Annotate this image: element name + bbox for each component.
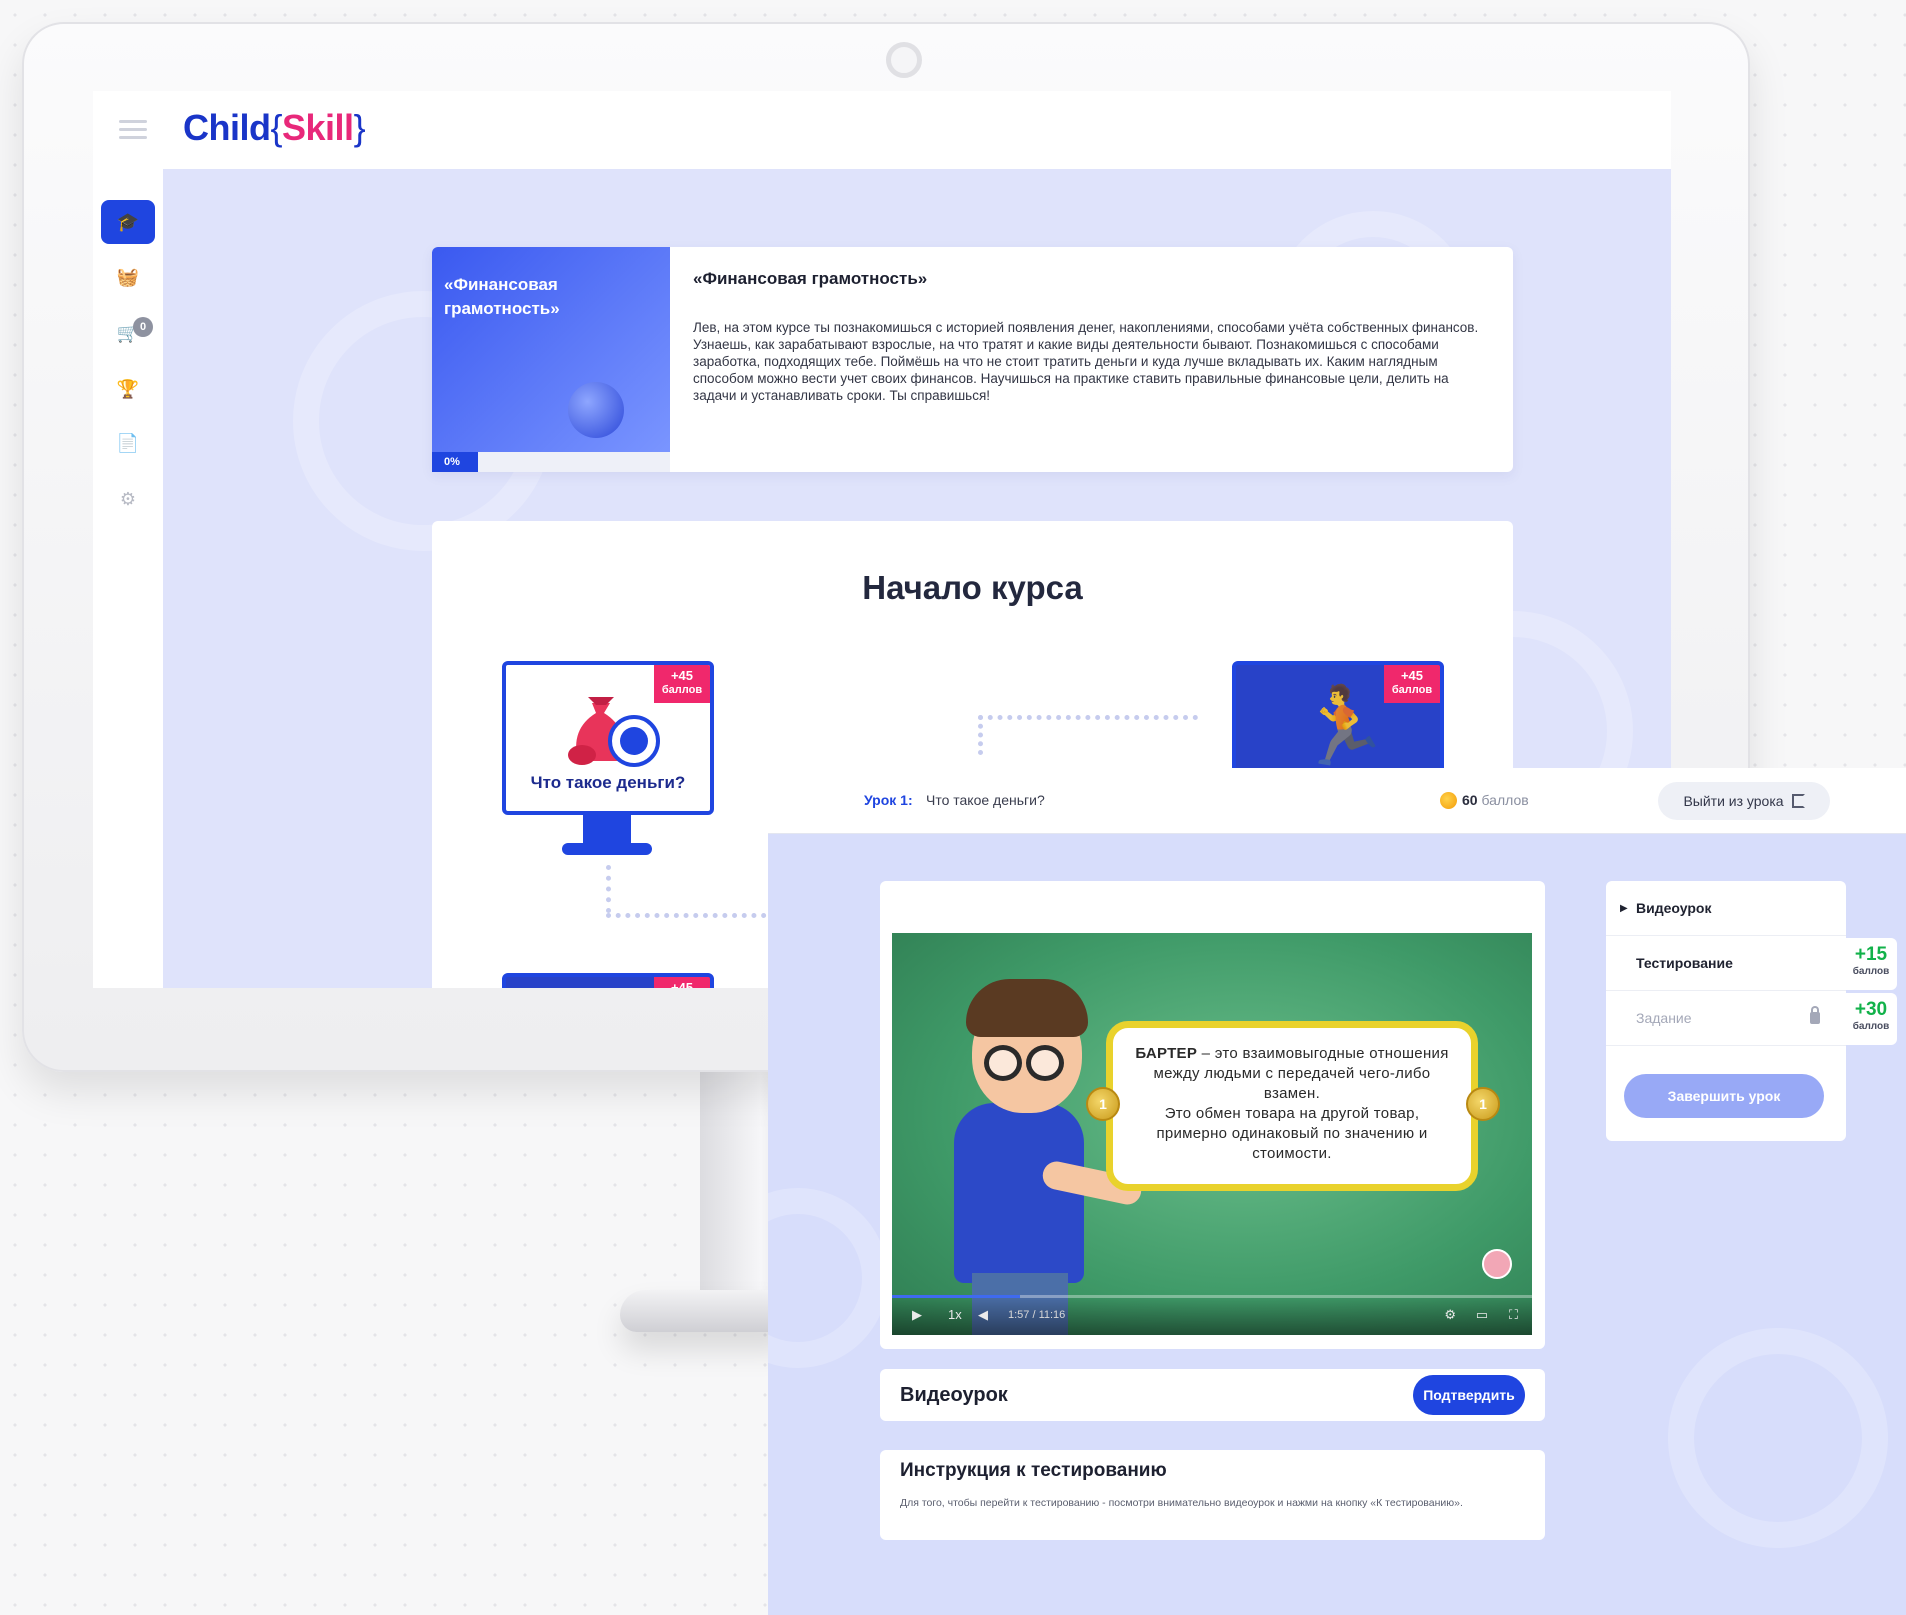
- task-panel: ▶ Видеоурок Тестирование Задание Заверши…: [1606, 881, 1846, 1141]
- basket-icon[interactable]: 🧺: [101, 255, 155, 299]
- running-man-icon: 🏃: [1295, 684, 1391, 769]
- lock-icon: [1810, 1006, 1820, 1024]
- course-card: «Финансовая грамотность» 0% «Финансовая …: [432, 247, 1513, 472]
- points-badge: +45: [654, 977, 710, 988]
- course-start-title: Начало курса: [862, 569, 1083, 606]
- path-connector: [606, 913, 776, 918]
- path-connector: [978, 715, 1198, 720]
- definition-text: – это взаимовыгодные отношения между люд…: [1153, 1045, 1449, 1102]
- lesson-header: Урок 1: Что такое деньги? 60 баллов Выйт…: [768, 768, 1906, 834]
- task-testing[interactable]: Тестирование: [1606, 936, 1846, 991]
- task-label: Видеоурок: [1636, 900, 1712, 916]
- path-connector: [606, 865, 611, 913]
- bg-shape: [768, 1188, 888, 1368]
- path-connector: [978, 715, 983, 755]
- video-section: Видеоурок Подтвердить: [880, 1369, 1545, 1421]
- definition-bubble: БАРТЕР – это взаимовыгодные отношения ме…: [1106, 1021, 1478, 1191]
- bg-shape: [1668, 1328, 1888, 1548]
- lesson-number: Урок 1:: [864, 792, 913, 808]
- course-thumb-title: «Финансовая грамотность»: [444, 275, 560, 318]
- course-progress: 0%: [432, 452, 670, 472]
- video-card: БАРТЕР – это взаимовыгодные отношения ме…: [880, 881, 1545, 1349]
- lesson-card-3[interactable]: +45: [502, 973, 714, 988]
- lesson-label: Что такое деньги?: [530, 773, 686, 792]
- coin-icon: 1: [1466, 1087, 1500, 1121]
- money-bag-icon: [568, 697, 660, 767]
- graduation-cap-icon[interactable]: 🎓: [101, 200, 155, 244]
- lesson-points: 60 баллов: [1462, 792, 1529, 808]
- cart-icon[interactable]: 🛒 0: [101, 311, 155, 355]
- lesson-card-1[interactable]: +45 баллов Что такое деньги?: [502, 661, 714, 815]
- points-badge: +15 баллов: [1845, 938, 1897, 990]
- character-glasses: [984, 1045, 1074, 1081]
- exit-icon: [1791, 794, 1805, 808]
- exit-lesson-button[interactable]: Выйти из урока: [1658, 782, 1830, 820]
- task-label: Тестирование: [1636, 955, 1733, 971]
- course-thumbnail[interactable]: «Финансовая грамотность»: [432, 247, 670, 452]
- logo[interactable]: Child{Skill}: [183, 107, 366, 149]
- lesson-card-2[interactable]: 🏃 +45 баллов: [1232, 661, 1444, 781]
- course-description: Лев, на этом курсе ты познакомишься с ис…: [693, 320, 1479, 403]
- video-section-title: Видеоурок: [900, 1384, 1008, 1406]
- trophy-icon[interactable]: 🏆: [101, 367, 155, 411]
- logo-brace: }: [353, 107, 366, 148]
- task-assignment: Задание: [1606, 991, 1846, 1046]
- top-bar: Child{Skill}: [93, 91, 1671, 169]
- decorative-ball: [568, 382, 624, 438]
- video-player[interactable]: БАРТЕР – это взаимовыгодные отношения ме…: [892, 933, 1532, 1335]
- task-video[interactable]: ▶ Видеоурок: [1606, 881, 1846, 936]
- instruction-text: Для того, чтобы перейти к тестированию -…: [900, 1497, 1463, 1509]
- coin-icon: 1: [1086, 1087, 1120, 1121]
- video-controls: ▶ 1x ◀ 1:57 / 11:16 ⚙ ▭ ⛶: [892, 1295, 1532, 1335]
- logo-text: Child: [183, 107, 271, 148]
- monitor-foot: [562, 843, 652, 855]
- course-title: «Финансовая грамотность»: [693, 269, 928, 288]
- definition-text-2: Это обмен товара на другой товар, пример…: [1156, 1105, 1428, 1162]
- character-hair: [966, 979, 1088, 1037]
- camera-icon: [886, 42, 922, 78]
- fullscreen-icon[interactable]: ⛶: [1509, 1307, 1518, 1323]
- points-badge: +30 баллов: [1845, 993, 1897, 1045]
- points-badge: +45 баллов: [1384, 665, 1440, 703]
- settings-icon[interactable]: ⚙: [1444, 1307, 1456, 1323]
- confirm-button[interactable]: Подтвердить: [1413, 1375, 1525, 1415]
- play-icon[interactable]: ▶: [912, 1307, 922, 1323]
- volume-icon[interactable]: ◀: [978, 1307, 988, 1323]
- instruction-title: Инструкция к тестированию: [900, 1460, 1167, 1481]
- exit-lesson-label: Выйти из урока: [1683, 793, 1784, 809]
- gear-icon[interactable]: ⚙: [101, 477, 155, 521]
- character-body: [954, 1103, 1084, 1283]
- logo-brace: {: [270, 107, 283, 148]
- monitor-neck: [583, 815, 631, 843]
- channel-logo: [1482, 1249, 1512, 1279]
- cart-count-badge: 0: [133, 317, 153, 337]
- coin-icon: [1440, 792, 1457, 809]
- points-badge: +45 баллов: [654, 665, 710, 703]
- monitor-stand-base: [620, 1290, 790, 1332]
- arrow-right-icon: ▶: [1620, 903, 1628, 914]
- video-progress-fill: [892, 1295, 1020, 1298]
- lesson-name: Что такое деньги?: [926, 792, 1045, 808]
- task-label: Задание: [1636, 1010, 1692, 1026]
- document-icon[interactable]: 📄: [101, 421, 155, 465]
- menu-icon[interactable]: [119, 120, 147, 140]
- finish-lesson-button[interactable]: Завершить урок: [1624, 1074, 1824, 1118]
- course-progress-label: 0%: [432, 452, 478, 472]
- instruction-card: Инструкция к тестированию Для того, чтоб…: [880, 1450, 1545, 1540]
- logo-accent: Skill: [282, 107, 354, 148]
- sidebar: 🎓 🧺 🛒 0 🏆 📄 ⚙: [93, 169, 163, 988]
- definition-term: БАРТЕР: [1135, 1045, 1198, 1062]
- speed-button[interactable]: 1x: [948, 1307, 962, 1322]
- video-time: 1:57 / 11:16: [1008, 1309, 1066, 1321]
- lesson-window: Урок 1: Что такое деньги? 60 баллов Выйт…: [768, 768, 1906, 1615]
- video-progress-bar[interactable]: [892, 1295, 1532, 1298]
- pip-icon[interactable]: ▭: [1476, 1307, 1488, 1323]
